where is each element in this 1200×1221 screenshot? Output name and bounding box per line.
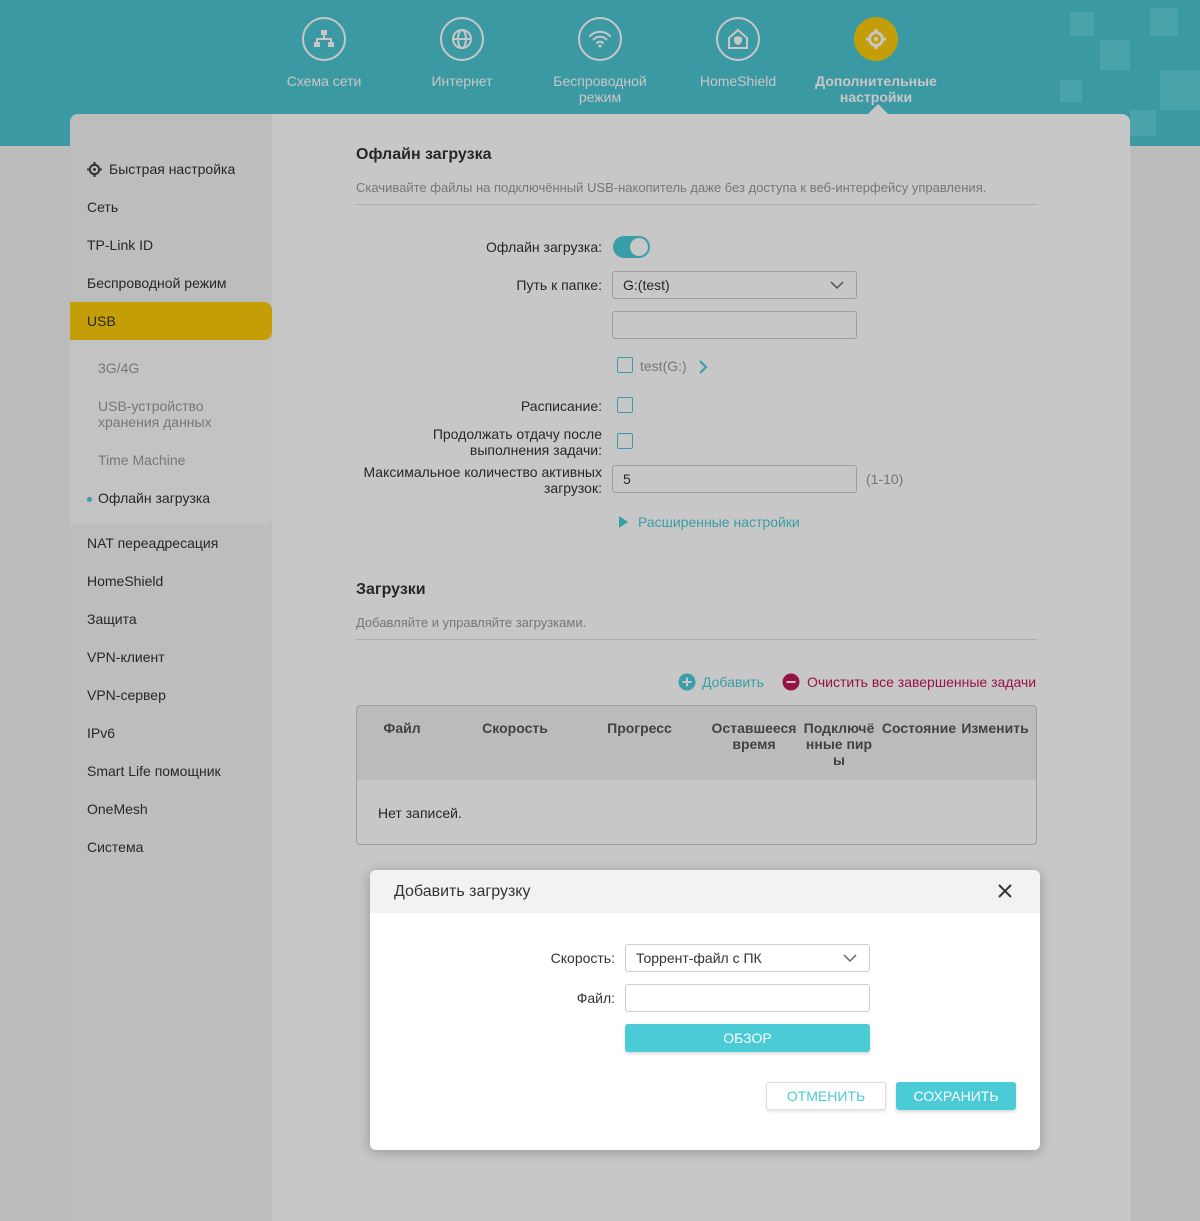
- close-icon[interactable]: [996, 882, 1014, 900]
- file-label: Файл:: [576, 990, 615, 1006]
- dialog-header: Добавить загрузку: [370, 870, 1040, 913]
- dialog-title: Добавить загрузку: [394, 883, 531, 900]
- speed-select[interactable]: Торрент-файл с ПК: [625, 944, 870, 972]
- speed-value: Торрент-файл с ПК: [636, 950, 762, 966]
- add-download-dialog: Добавить загрузку Скорость: Торрент-файл…: [370, 870, 1040, 1150]
- speed-label: Скорость:: [550, 950, 615, 966]
- browse-button[interactable]: ОБЗОР: [625, 1024, 870, 1052]
- chevron-down-icon: [843, 951, 857, 968]
- cancel-button[interactable]: ОТМЕНИТЬ: [766, 1082, 886, 1110]
- file-input[interactable]: [625, 984, 870, 1012]
- save-button[interactable]: СОХРАНИТЬ: [896, 1082, 1016, 1110]
